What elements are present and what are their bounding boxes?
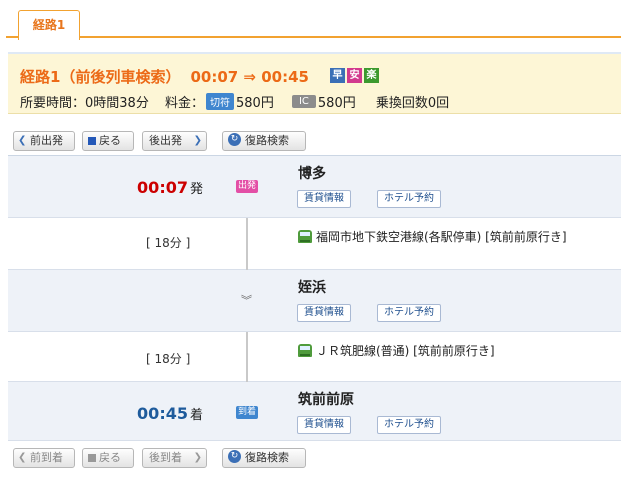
segment-duration: [ 18分 ]: [146, 352, 191, 366]
ic-fare: 580円: [317, 96, 356, 111]
route-summary-info: 所要時間：0時間38分 料金： 切符 580円 IC 580円 乗換回数0回: [20, 92, 449, 111]
route-line: [246, 218, 248, 270]
cheapest-badge: 安: [347, 68, 362, 83]
refresh-icon: ↻: [228, 133, 241, 146]
rent-info-button[interactable]: 賃貸情報: [297, 190, 351, 208]
hotel-reserve-button[interactable]: ホテル予約: [377, 304, 441, 322]
prev-departure-button[interactable]: ❮ 前出発: [13, 131, 75, 151]
hotel-reserve-button[interactable]: ホテル予約: [377, 416, 441, 434]
route-title: 経路1（前後列車検索）: [20, 68, 181, 86]
rent-info-button[interactable]: 賃貸情報: [297, 416, 351, 434]
route-badges: 早安楽: [330, 67, 381, 83]
prev-arrival-button[interactable]: ❮ 前到着: [13, 448, 75, 468]
chevron-left-icon: ❮: [18, 135, 27, 146]
station-row: 00:45 着 到着 筑前前原 賃貸情報 ホテル予約: [8, 382, 621, 441]
reverse-route-button[interactable]: ↻ 復路検索: [222, 131, 306, 151]
fare-label: 料金：: [164, 96, 204, 111]
hotel-reserve-button[interactable]: ホテル予約: [377, 190, 441, 208]
back-button[interactable]: 戻る: [82, 448, 134, 468]
ticket-fare: 580円: [236, 96, 274, 111]
station-name[interactable]: 筑前前原: [298, 389, 354, 409]
next-departure-button[interactable]: 後出発 ❯: [142, 131, 207, 151]
transfer-label: 乗換回数: [375, 96, 428, 111]
next-arrival-button[interactable]: 後到着 ❯: [142, 448, 207, 468]
route-line: [246, 332, 248, 382]
chevron-double-down-icon: ︾: [241, 294, 252, 307]
train-icon: [298, 344, 312, 357]
station-row: 00:07 発 出発 博多 賃貸情報 ホテル予約: [8, 156, 621, 218]
route-summary-title: 経路1（前後列車検索） 00:07 ⇒ 00:45: [20, 66, 309, 87]
reverse-route-button[interactable]: ↻ 復路検索: [222, 448, 306, 468]
tab-route-1[interactable]: 経路1: [18, 10, 80, 40]
train-line-info: 福岡市地下鉄空港線(各駅停車) [筑前前原行き]: [298, 228, 567, 245]
stop-square-icon: [88, 137, 96, 145]
easiest-badge: 楽: [364, 68, 379, 83]
chevron-left-icon: ❮: [18, 452, 27, 463]
duration-value: 0時間38分: [85, 96, 149, 111]
arrival-mark: 到着: [236, 406, 259, 419]
ticket-tag: 切符: [206, 93, 234, 110]
fastest-badge: 早: [330, 68, 345, 83]
route-tab-bar: 経路1: [6, 0, 621, 40]
segment-duration: [ 18分 ]: [146, 236, 191, 250]
rent-info-button[interactable]: 賃貸情報: [297, 304, 351, 322]
refresh-icon: ↻: [228, 450, 241, 463]
station-row: ︾ 姪浜 賃貸情報 ホテル予約: [8, 270, 621, 332]
station-name[interactable]: 姪浜: [298, 277, 326, 297]
stop-square-icon: [88, 454, 96, 462]
train-icon: [298, 230, 312, 243]
transfer-count: 0回: [427, 96, 450, 111]
chevron-right-icon: ❯: [193, 452, 202, 463]
back-button[interactable]: 戻る: [82, 131, 134, 151]
station-name[interactable]: 博多: [298, 163, 326, 183]
route-detail: 00:07 発 出発 博多 賃貸情報 ホテル予約 [ 18分 ] 福岡市地下鉄空港…: [8, 155, 621, 441]
route-summary: 経路1（前後列車検索） 00:07 ⇒ 00:45 早安楽 所要時間：0時間38分…: [8, 52, 621, 114]
train-line-info: ＪＲ筑肥線(普通) [筑前前原行き]: [298, 342, 495, 359]
route-time-range: 00:07 ⇒ 00:45: [190, 68, 309, 86]
departure-time: 00:07 発: [137, 178, 203, 197]
arrival-time: 00:45 着: [137, 404, 203, 423]
segment-row: [ 18分 ] 福岡市地下鉄空港線(各駅停車) [筑前前原行き]: [8, 218, 621, 270]
departure-mark: 出発: [236, 180, 259, 193]
chevron-right-icon: ❯: [193, 135, 202, 146]
ic-tag: IC: [291, 95, 316, 108]
duration-label: 所要時間：: [20, 96, 86, 111]
segment-row: [ 18分 ] ＪＲ筑肥線(普通) [筑前前原行き]: [8, 332, 621, 382]
